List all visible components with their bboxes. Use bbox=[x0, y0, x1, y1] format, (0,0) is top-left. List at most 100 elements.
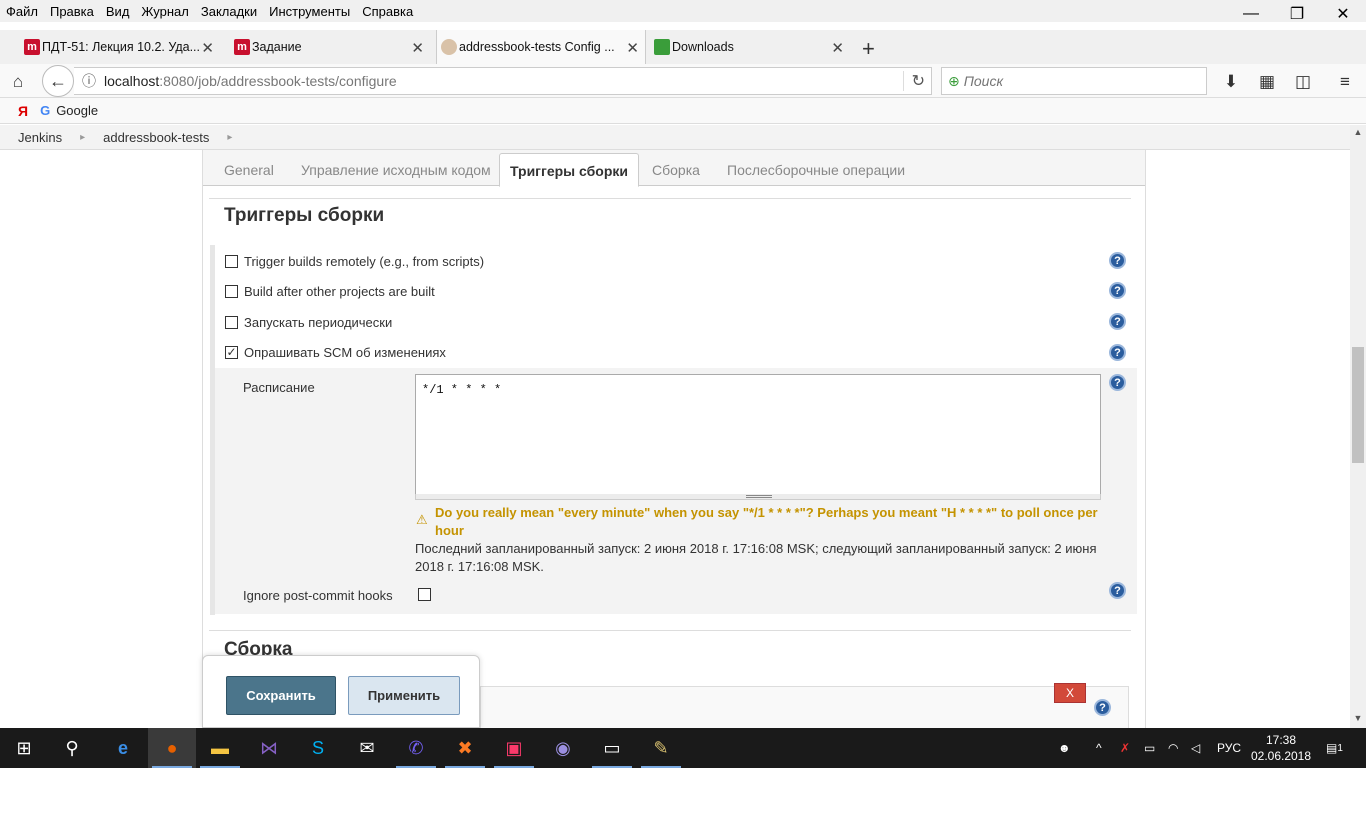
tray-expand-icon[interactable]: ^ bbox=[1096, 728, 1102, 768]
divider bbox=[209, 630, 1131, 631]
schedule-textarea[interactable]: */1 * * * * bbox=[415, 374, 1101, 495]
help-icon[interactable]: ? bbox=[1109, 282, 1126, 299]
tab-scm[interactable]: Управление исходным кодом bbox=[301, 162, 491, 178]
back-icon[interactable]: ← bbox=[42, 65, 74, 97]
menu-tools[interactable]: Инструменты bbox=[263, 4, 356, 19]
restore-button[interactable]: ❐ bbox=[1274, 0, 1320, 28]
help-icon[interactable]: ? bbox=[1109, 374, 1126, 391]
warning-text: Do you really mean "every minute" when y… bbox=[435, 505, 1098, 538]
ignore-hooks-label: Ignore post-commit hooks bbox=[243, 588, 393, 603]
paint-icon[interactable]: ✎ bbox=[647, 734, 675, 762]
close-tab-icon[interactable]: ✕ bbox=[626, 39, 639, 57]
new-tab-icon[interactable]: + bbox=[862, 36, 875, 62]
save-button[interactable]: Сохранить bbox=[226, 676, 336, 715]
scroll-up-icon[interactable]: ▲ bbox=[1350, 127, 1366, 137]
search-input[interactable] bbox=[963, 73, 1194, 89]
url-text: localhost:8080/job/addressbook-tests/con… bbox=[104, 73, 397, 89]
network-warning-icon[interactable]: ✗ bbox=[1120, 728, 1130, 768]
menu-bookmarks[interactable]: Закладки bbox=[195, 4, 263, 19]
delete-step-button[interactable]: X bbox=[1054, 683, 1086, 703]
menu-bar: Файл Правка Вид Журнал Закладки Инструме… bbox=[0, 0, 1366, 22]
tab-post-build[interactable]: Послесборочные операции bbox=[727, 162, 905, 178]
reload-icon[interactable]: ↻ bbox=[902, 71, 925, 91]
browser-tab[interactable]: m ПДТ-51: Лекция 10.2. Уда... ✕ bbox=[20, 30, 220, 63]
extension-icon[interactable]: ▦ bbox=[1255, 70, 1279, 94]
tab-build-triggers[interactable]: Триггеры сборки bbox=[499, 153, 639, 187]
schedule-label: Расписание bbox=[243, 380, 315, 395]
browser-tab[interactable]: Downloads ✕ bbox=[650, 30, 850, 63]
vertical-scrollbar[interactable]: ▲ ▼ bbox=[1350, 125, 1366, 728]
wifi-icon[interactable]: ◠ bbox=[1168, 728, 1178, 768]
search-icon[interactable]: ⚲ bbox=[58, 734, 86, 762]
help-icon[interactable]: ? bbox=[1094, 699, 1111, 716]
window-controls: — ❐ ✕ bbox=[1228, 0, 1366, 28]
browser-tab-active[interactable]: addressbook-tests Config ... ✕ bbox=[436, 30, 646, 64]
m-icon: m bbox=[234, 39, 250, 55]
clock-time: 17:38 bbox=[1265, 733, 1297, 747]
intellij-icon[interactable]: ▣ bbox=[500, 734, 528, 762]
scroll-down-icon[interactable]: ▼ bbox=[1350, 713, 1366, 723]
bookmark-label: Google bbox=[56, 103, 99, 118]
windows-start-icon[interactable]: ⊞ bbox=[10, 734, 38, 762]
download-icon[interactable]: ⬇ bbox=[1219, 70, 1243, 94]
scroll-thumb[interactable] bbox=[1352, 347, 1364, 463]
visual-studio-icon[interactable]: ⋈ bbox=[255, 734, 283, 762]
clock[interactable]: 17:38 02.06.2018 bbox=[1246, 732, 1316, 764]
firefox-icon[interactable]: ● bbox=[158, 734, 186, 762]
menu-history[interactable]: Журнал bbox=[135, 4, 194, 19]
menu-help[interactable]: Справка bbox=[356, 4, 419, 19]
viber-icon[interactable]: ✆ bbox=[402, 734, 430, 762]
search-bar[interactable]: ⊕ bbox=[941, 67, 1207, 95]
edge-icon[interactable]: e bbox=[109, 734, 137, 762]
mail-icon[interactable]: ✉ bbox=[353, 734, 381, 762]
close-tab-icon[interactable]: ✕ bbox=[411, 39, 424, 57]
language-indicator[interactable]: РУС bbox=[1217, 728, 1241, 768]
tab-build[interactable]: Сборка bbox=[652, 162, 700, 178]
close-tab-icon[interactable]: ✕ bbox=[831, 39, 844, 57]
people-icon[interactable]: ☻ bbox=[1058, 728, 1071, 768]
home-icon[interactable]: ⌂ bbox=[6, 70, 30, 94]
yandex-bookmark[interactable]: Я bbox=[18, 103, 28, 119]
menu-file[interactable]: Файл bbox=[0, 4, 44, 19]
battery-icon[interactable]: ▭ bbox=[1144, 728, 1155, 768]
trigger-label: Запускать периодически bbox=[244, 315, 393, 330]
help-icon[interactable]: ? bbox=[1109, 344, 1126, 361]
help-icon[interactable]: ? bbox=[1109, 313, 1126, 330]
minimize-button[interactable]: — bbox=[1228, 0, 1274, 28]
url-bar[interactable]: ⓘ localhost:8080/job/addressbook-tests/c… bbox=[74, 67, 932, 95]
skype-icon[interactable]: S bbox=[304, 734, 332, 762]
close-window-button[interactable]: ✕ bbox=[1320, 0, 1366, 28]
terminal-icon[interactable]: ▭ bbox=[598, 734, 626, 762]
tab-general[interactable]: General bbox=[224, 162, 274, 178]
menu-edit[interactable]: Правка bbox=[44, 4, 100, 19]
menu-view[interactable]: Вид bbox=[100, 4, 136, 19]
git-app-icon[interactable]: ◉ bbox=[549, 734, 577, 762]
tab-bar: m ПДТ-51: Лекция 10.2. Уда... ✕ m Задани… bbox=[0, 30, 1366, 64]
trigger-periodic-checkbox[interactable] bbox=[225, 316, 238, 329]
trigger-after-projects-checkbox[interactable] bbox=[225, 285, 238, 298]
breadcrumb-job[interactable]: addressbook-tests bbox=[85, 130, 227, 145]
screen: Файл Правка Вид Журнал Закладки Инструме… bbox=[0, 0, 1366, 768]
notification-count: 1 bbox=[1337, 742, 1343, 754]
info-icon[interactable]: ⓘ bbox=[74, 71, 104, 91]
help-icon[interactable]: ? bbox=[1109, 252, 1126, 269]
search-engine-icon[interactable]: ⊕ bbox=[948, 73, 960, 90]
ignore-hooks-checkbox[interactable] bbox=[418, 588, 431, 601]
file-explorer-icon[interactable]: ▬ bbox=[206, 734, 234, 762]
xampp-icon[interactable]: ✖ bbox=[451, 734, 479, 762]
action-center-icon[interactable]: ▤ 1 bbox=[1326, 728, 1343, 768]
close-tab-icon[interactable]: ✕ bbox=[201, 39, 214, 57]
hamburger-menu-icon[interactable]: ≡ bbox=[1333, 70, 1357, 94]
browser-tab[interactable]: m Задание ✕ bbox=[230, 30, 430, 63]
apply-button[interactable]: Применить bbox=[348, 676, 460, 715]
m-icon: m bbox=[24, 39, 40, 55]
trigger-remote-checkbox[interactable] bbox=[225, 255, 238, 268]
breadcrumb-jenkins[interactable]: Jenkins bbox=[0, 130, 80, 145]
help-icon[interactable]: ? bbox=[1109, 582, 1126, 599]
google-bookmark[interactable]: G Google bbox=[40, 103, 98, 118]
trigger-poll-scm-checkbox[interactable]: ✓ bbox=[225, 346, 238, 359]
sidebar-icon[interactable]: ◫ bbox=[1291, 70, 1315, 94]
taskbar: ⊞ ⚲ e ● ▬ ⋈ S ✉ ✆ ✖ ▣ ◉ ▭ ✎ ☻ ^ ✗ ▭ ◠ ◁ … bbox=[0, 728, 1366, 768]
textarea-resize-handle[interactable] bbox=[415, 494, 1101, 500]
volume-icon[interactable]: ◁ bbox=[1191, 728, 1200, 768]
